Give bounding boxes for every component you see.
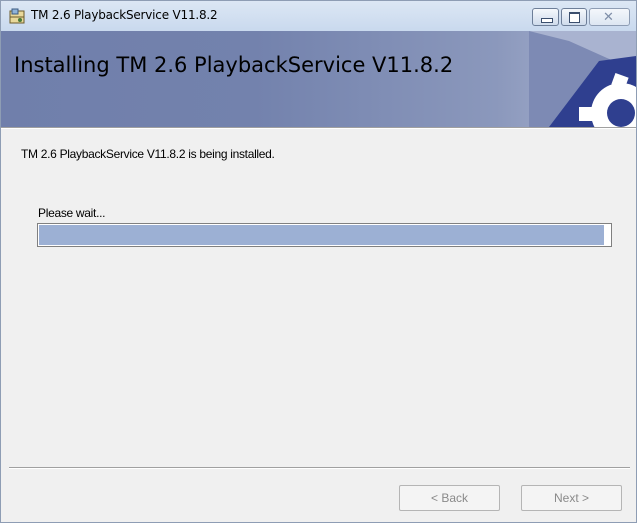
close-icon: ✕	[603, 9, 614, 24]
maximize-button[interactable]	[561, 8, 587, 26]
maximize-icon	[569, 12, 580, 23]
header-banner: Installing TM 2.6 PlaybackService V11.8.…	[1, 31, 636, 127]
minimize-icon	[541, 18, 553, 23]
close-button[interactable]: ✕	[589, 8, 630, 26]
window-title: TM 2.6 PlaybackService V11.8.2	[31, 8, 218, 22]
banner-title: Installing TM 2.6 PlaybackService V11.8.…	[14, 53, 454, 77]
footer-divider-highlight	[9, 468, 630, 469]
progress-fill	[39, 225, 604, 245]
title-bar[interactable]: TM 2.6 PlaybackService V11.8.2 ✕	[1, 1, 636, 31]
next-button[interactable]: Next >	[521, 485, 622, 511]
banner-divider-highlight	[1, 128, 636, 129]
please-wait-label: Please wait...	[38, 206, 106, 220]
gear-icon	[529, 31, 636, 127]
back-button[interactable]: < Back	[399, 485, 500, 511]
install-progress-bar	[37, 223, 612, 247]
minimize-button[interactable]	[532, 8, 559, 26]
installer-app-icon	[9, 8, 25, 24]
install-status-text: TM 2.6 PlaybackService V11.8.2 is being …	[21, 147, 275, 161]
installer-window: TM 2.6 PlaybackService V11.8.2 ✕ Install…	[0, 0, 637, 523]
